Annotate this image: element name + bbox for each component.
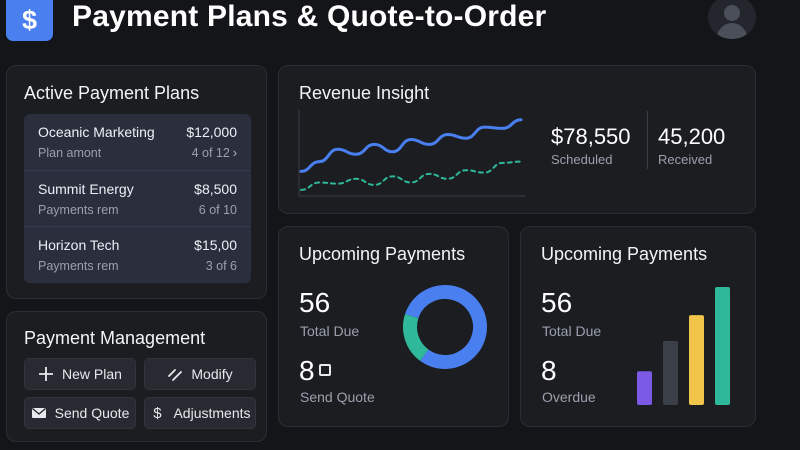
plan-name: Summit Energy: [38, 181, 134, 197]
overdue-value: 8: [541, 355, 557, 386]
plan-amount: $8,500: [194, 181, 237, 197]
page-title: Payment Plans & Quote-to-Order: [72, 0, 547, 33]
plan-row-horizon[interactable]: Horizon Tech $15,00 Payments rem 3 of 6: [24, 226, 251, 282]
plan-name: Horizon Tech: [38, 237, 120, 253]
received-label: Received: [658, 152, 713, 167]
plan-progress: 3 of 6: [205, 259, 237, 273]
new-plan-button[interactable]: New Plan: [24, 358, 136, 390]
plans-list: Oceanic Marketing $12,000 Plan amont 4 o…: [24, 114, 251, 283]
chevron-right-icon[interactable]: ›: [233, 146, 237, 160]
upcoming-payments-title: Upcoming Payments: [541, 244, 708, 264]
dollar-icon: $: [153, 404, 162, 422]
scheduled-label: Scheduled: [551, 152, 613, 167]
plan-row-summit[interactable]: Summit Energy $8,500 Payments rem 6 of 1…: [24, 170, 251, 226]
plan-sub-label: Payments rem: [38, 259, 119, 273]
stat-divider: [647, 111, 648, 169]
upcoming-bar-chart: [637, 287, 730, 405]
adjustments-label: Adjustments: [173, 405, 251, 421]
scheduled-value: $78,550: [551, 124, 631, 149]
plus-icon: [38, 366, 54, 382]
plan-sub-label: Plan amont: [38, 146, 102, 160]
received-value: 45,200: [658, 124, 726, 149]
send-quote-label: Send Quote: [54, 405, 130, 421]
dollar-icon[interactable]: $: [6, 0, 53, 41]
plan-name: Oceanic Marketing: [38, 124, 155, 140]
total-due-value: 56: [541, 287, 573, 318]
adjustments-button[interactable]: $ Adjustments: [144, 397, 256, 429]
plan-progress: 6 of 10: [198, 203, 237, 217]
payment-management-title: Payment Management: [24, 328, 206, 348]
send-quote-stat-label: Send Quote: [300, 389, 375, 405]
overdue-label: Overdue: [542, 389, 596, 405]
upcoming-donut-chart: [403, 285, 487, 369]
plan-progress-text: 4 of 12: [191, 146, 230, 160]
upcoming-payments-card-donut: Upcoming Payments 56 Total Due 8 Send Qu…: [278, 226, 509, 427]
plan-amount: $12,000: [186, 124, 237, 140]
plan-row-oceanic[interactable]: Oceanic Marketing $12,000 Plan amont 4 o…: [24, 114, 251, 170]
payment-management-card: Payment Management New Plan Modify Send …: [6, 311, 267, 442]
total-due-label: Total Due: [300, 323, 360, 339]
revenue-line-chart: [298, 110, 525, 197]
modify-button[interactable]: Modify: [144, 358, 256, 390]
received-line: [300, 160, 522, 191]
active-plans-title: Active Payment Plans: [24, 83, 200, 103]
send-quote-button[interactable]: Send Quote: [24, 397, 136, 429]
total-due-label: Total Due: [542, 323, 602, 339]
modify-label: Modify: [191, 366, 233, 382]
send-quote-count: 8: [299, 355, 331, 387]
app-root: $ Payment Plans & Quote-to-Order Active …: [0, 0, 800, 450]
plan-sub-label: Payments rem: [38, 203, 119, 217]
revenue-insight-card: Revenue Insight $78,550 Scheduled 45,200…: [278, 65, 756, 214]
upcoming-payments-card-bars: Upcoming Payments 56 Total Due 8 Overdue: [520, 226, 756, 427]
revenue-insight-title: Revenue Insight: [299, 83, 430, 103]
upcoming-payments-title: Upcoming Payments: [299, 244, 466, 264]
mail-icon: [31, 405, 47, 421]
total-due-value: 56: [299, 287, 331, 318]
logo-symbol: $: [21, 5, 38, 35]
user-avatar-icon[interactable]: [708, 0, 756, 39]
new-plan-label: New Plan: [62, 366, 122, 382]
scheduled-line: [299, 118, 523, 173]
send-quote-value: 8: [299, 355, 315, 386]
plan-amount: $15,00: [194, 237, 237, 253]
plan-progress: 4 of 12 ›: [192, 146, 237, 160]
bar-2: [663, 340, 678, 405]
bar-1: [637, 371, 652, 405]
bar-3: [689, 315, 704, 405]
edit-icon: [167, 366, 183, 382]
bar-4: [715, 287, 730, 405]
active-plans-card: Active Payment Plans Oceanic Marketing $…: [6, 65, 267, 299]
square-icon: [318, 364, 331, 376]
